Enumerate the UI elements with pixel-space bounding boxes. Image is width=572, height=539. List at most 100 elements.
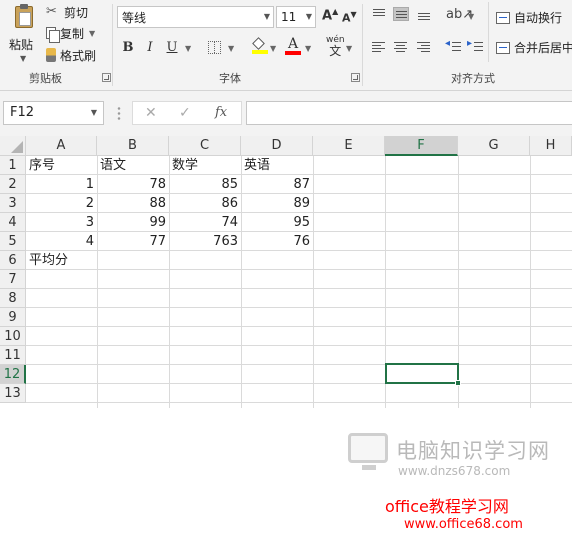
cell-d5[interactable]: 76 — [241, 232, 313, 251]
row-header-11[interactable]: 11 — [0, 346, 26, 365]
fill-color-button[interactable] — [252, 37, 268, 54]
wrap-text-button[interactable]: 自动换行 — [496, 9, 562, 26]
borders-icon[interactable] — [208, 41, 221, 54]
increase-font-size-button[interactable]: A▲ — [322, 7, 338, 23]
cell-c3[interactable]: 86 — [169, 194, 241, 213]
copy-button[interactable]: 复制 ▼ — [46, 23, 95, 43]
row-header-5[interactable]: 5 — [0, 232, 26, 251]
clipboard-icon — [15, 4, 33, 28]
font-dialog-launcher-icon[interactable] — [351, 73, 360, 82]
middle-align-icon[interactable] — [393, 7, 409, 21]
cell-b5[interactable]: 77 — [97, 232, 169, 251]
row-header-12[interactable]: 12 — [0, 365, 26, 384]
bold-button[interactable]: B — [120, 40, 136, 56]
column-header-d[interactable]: D — [241, 136, 313, 156]
cell-a3[interactable]: 2 — [26, 194, 97, 213]
align-left-icon[interactable] — [371, 41, 387, 55]
cell-a5[interactable]: 4 — [26, 232, 97, 251]
italic-button[interactable]: I — [142, 40, 158, 56]
grid-line — [26, 326, 572, 327]
chevron-down-icon[interactable]: ▼ — [228, 44, 234, 53]
spreadsheet-grid[interactable]: A B C D E F G H 1 序号 语文 数学 英语 2 1 78 85 87 3 2 88 86 89 4 3 99 74 9… — [0, 136, 572, 532]
align-right-icon[interactable] — [416, 41, 432, 55]
merge-center-button[interactable]: 合并后居中 — [496, 39, 572, 56]
name-box[interactable]: F12 ▼ — [3, 101, 104, 125]
row-header-2[interactable]: 2 — [0, 175, 26, 194]
scissors-icon: ✂ — [46, 4, 57, 19]
cell-c5[interactable]: 763 — [169, 232, 241, 251]
group-divider — [488, 2, 489, 62]
bottom-align-icon[interactable] — [416, 7, 432, 21]
watermark-url: www.office68.com — [404, 517, 523, 532]
paste-button[interactable]: 粘贴 ▼ — [6, 2, 40, 66]
row-header-6[interactable]: 6 — [0, 251, 26, 270]
cell-a2[interactable]: 1 — [26, 175, 97, 194]
increase-indent-icon[interactable]: ▸ — [467, 38, 484, 55]
column-header-b[interactable]: B — [97, 136, 169, 156]
cell-a6[interactable]: 平均分 — [26, 251, 97, 270]
font-size-select[interactable]: 11 ▼ — [276, 6, 316, 28]
row-header-1[interactable]: 1 — [0, 156, 26, 175]
phonetic-guide-button[interactable]: wén 文 — [326, 36, 345, 58]
cell-c4[interactable]: 74 — [169, 213, 241, 232]
cell-b4[interactable]: 99 — [97, 213, 169, 232]
column-header-a[interactable]: A — [26, 136, 97, 156]
column-header-g[interactable]: G — [458, 136, 530, 156]
chevron-down-icon[interactable]: ▼ — [91, 108, 97, 117]
cell-d1[interactable]: 英语 — [241, 156, 313, 175]
row-header-3[interactable]: 3 — [0, 194, 26, 213]
column-header-c[interactable]: C — [169, 136, 241, 156]
chevron-down-icon[interactable]: ▼ — [305, 44, 311, 53]
row-header-7[interactable]: 7 — [0, 270, 26, 289]
formula-input[interactable] — [246, 101, 572, 125]
chevron-down-icon[interactable]: ▼ — [20, 54, 26, 63]
align-center-icon[interactable] — [393, 41, 409, 55]
chevron-down-icon: ▼ — [305, 12, 312, 21]
enter-check-icon[interactable]: ✓ — [179, 105, 191, 121]
font-color-button[interactable]: A — [285, 37, 301, 55]
cell-c2[interactable]: 85 — [169, 175, 241, 194]
cell-d3[interactable]: 89 — [241, 194, 313, 213]
chevron-down-icon[interactable]: ▼ — [468, 12, 474, 21]
chevron-down-icon[interactable]: ▼ — [346, 44, 352, 53]
cell-b2[interactable]: 78 — [97, 175, 169, 194]
cell-b3[interactable]: 88 — [97, 194, 169, 213]
decrease-font-size-button[interactable]: A▼ — [342, 10, 357, 25]
row-header-13[interactable]: 13 — [0, 384, 26, 403]
shrink-font-glyph: A — [342, 11, 351, 25]
fill-handle[interactable] — [455, 380, 461, 386]
format-painter-button[interactable]: 格式刷 — [46, 45, 96, 65]
cell-b1[interactable]: 语文 — [97, 156, 169, 175]
cell-d4[interactable]: 95 — [241, 213, 313, 232]
font-name-select[interactable]: 等线 ▼ — [117, 6, 274, 28]
row-header-9[interactable]: 9 — [0, 308, 26, 327]
font-size-value: 11 — [281, 10, 297, 24]
row-header-8[interactable]: 8 — [0, 289, 26, 308]
cancel-icon[interactable]: ✕ — [145, 105, 157, 121]
column-header-h[interactable]: H — [530, 136, 572, 156]
cell-d2[interactable]: 87 — [241, 175, 313, 194]
column-header-e[interactable]: E — [313, 136, 385, 156]
decrease-indent-icon[interactable]: ◂ — [445, 38, 462, 55]
row-header-4[interactable]: 4 — [0, 213, 26, 232]
insert-function-icon[interactable]: fx — [215, 105, 227, 120]
watermark-office68: office教程学习网 www.office68.com — [385, 493, 565, 539]
underline-button[interactable]: U — [164, 40, 180, 56]
chevron-down-icon[interactable]: ▼ — [185, 44, 191, 53]
ribbon: 粘贴 ▼ ✂ 剪切 复制 ▼ 格式刷 剪贴板 等线 ▼ 11 ▼ A▲ A▼ B… — [0, 0, 572, 91]
cell-a1[interactable]: 序号 — [26, 156, 97, 175]
cell-c1[interactable]: 数学 — [169, 156, 241, 175]
row-header-10[interactable]: 10 — [0, 327, 26, 346]
column-header-f[interactable]: F — [385, 136, 458, 156]
top-align-icon[interactable] — [371, 7, 387, 21]
grip-dots-icon — [117, 106, 121, 120]
cell-a4[interactable]: 3 — [26, 213, 97, 232]
grid-line — [26, 364, 572, 365]
clipboard-dialog-launcher-icon[interactable] — [102, 73, 111, 82]
select-all-button[interactable] — [0, 136, 26, 156]
group-divider — [112, 4, 113, 86]
chevron-down-icon[interactable]: ▼ — [89, 29, 95, 38]
chevron-down-icon[interactable]: ▼ — [270, 44, 276, 53]
name-box-value: F12 — [10, 105, 35, 120]
cut-button[interactable]: ✂ 剪切 — [46, 2, 88, 22]
